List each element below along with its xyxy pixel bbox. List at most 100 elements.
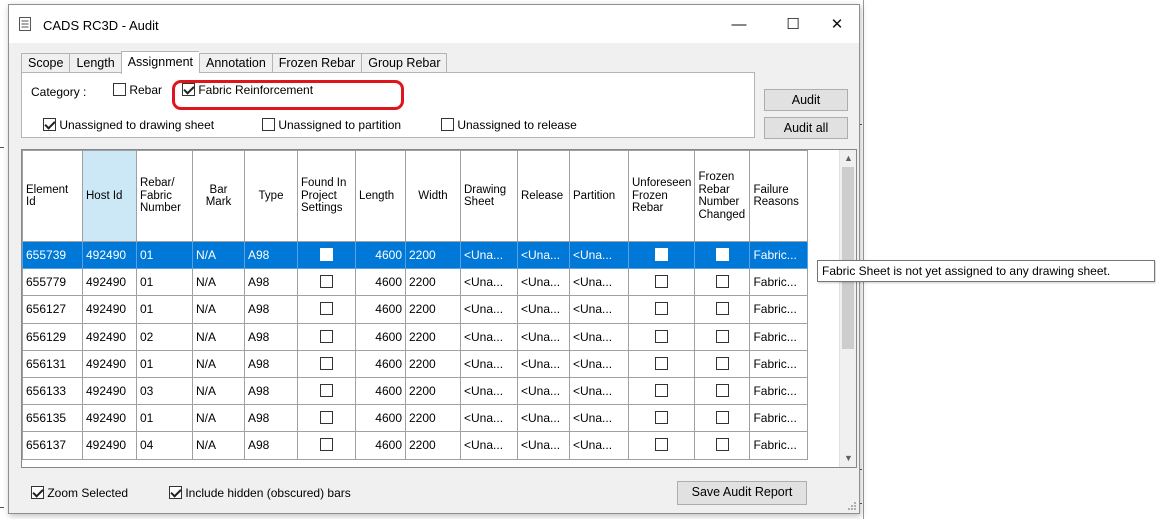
unforeseen-frozen-cell[interactable] <box>627 376 696 406</box>
rebar-checkbox-box[interactable] <box>113 83 126 96</box>
column-header[interactable]: Release <box>517 150 570 242</box>
frozen-number-changed-cell[interactable] <box>694 322 751 351</box>
frozen-number-changed-cell[interactable] <box>694 431 751 460</box>
found-in-settings-cell[interactable] <box>297 295 356 324</box>
column-header[interactable]: Type <box>244 150 298 242</box>
unassigned-sheet-checkbox[interactable]: Unassigned to drawing sheet <box>43 118 214 132</box>
table-row[interactable]: 656127 492490 01 N/A A98 4600 2200 <Una... <Una.… <box>22 295 809 324</box>
row-checkbox[interactable] <box>715 356 729 370</box>
unassigned-sheet-box[interactable] <box>43 118 56 131</box>
row-checkbox[interactable] <box>655 329 669 343</box>
unforeseen-frozen-cell[interactable] <box>627 322 696 351</box>
unassigned-partition-checkbox[interactable]: Unassigned to partition <box>262 118 401 132</box>
frozen-number-changed-cell[interactable] <box>694 240 751 270</box>
unforeseen-frozen-cell[interactable] <box>627 295 696 324</box>
vertical-scrollbar[interactable]: ▲ ▼ <box>839 150 856 467</box>
row-checkbox[interactable] <box>655 275 669 289</box>
frozen-number-changed-cell[interactable] <box>694 268 751 297</box>
audit-grid[interactable]: Element Id Host Id Rebar/ Fabric Number … <box>21 149 857 468</box>
tab-annotation[interactable]: Annotation <box>199 53 272 73</box>
row-checkbox[interactable] <box>715 411 729 425</box>
column-header[interactable]: Unforeseen Frozen Rebar <box>627 150 696 242</box>
row-checkbox[interactable] <box>320 248 333 262</box>
resize-grip-icon[interactable] <box>847 501 857 511</box>
column-header[interactable]: Host Id <box>82 150 137 242</box>
frozen-number-changed-cell[interactable] <box>694 349 751 378</box>
table-row[interactable]: 656131 492490 01 N/A A98 4600 2200 <Una... <Una.… <box>22 349 809 378</box>
row-checkbox[interactable] <box>715 248 729 262</box>
tab-group-rebar[interactable]: Group Rebar <box>361 53 448 73</box>
table-row[interactable]: 655739 492490 01 N/A A98 4600 2200 <Una... <Una.… <box>22 240 809 270</box>
table-row[interactable]: 656135 492490 01 N/A A98 4600 2200 <Una... <Una.… <box>22 404 809 433</box>
row-checkbox[interactable] <box>715 275 729 289</box>
row-checkbox[interactable] <box>715 302 729 316</box>
row-checkbox[interactable] <box>320 275 333 289</box>
row-checkbox[interactable] <box>320 384 333 398</box>
rebar-checkbox[interactable]: Rebar <box>113 83 162 97</box>
table-row[interactable]: 656129 492490 02 N/A A98 4600 2200 <Una... <Una.… <box>22 322 809 351</box>
column-header[interactable]: Width <box>405 150 461 242</box>
row-checkbox[interactable] <box>655 302 669 316</box>
tab-scope[interactable]: Scope <box>21 53 70 73</box>
unforeseen-frozen-cell[interactable] <box>627 431 696 460</box>
scroll-down-icon[interactable]: ▼ <box>840 450 856 467</box>
table-row[interactable]: 656133 492490 03 N/A A98 4600 2200 <Una... <Una.… <box>22 376 809 406</box>
zoom-selected-checkbox[interactable]: Zoom Selected <box>31 486 128 500</box>
row-checkbox[interactable] <box>715 329 729 343</box>
column-header[interactable]: Drawing Sheet <box>460 150 518 242</box>
frozen-number-changed-cell[interactable] <box>694 376 751 406</box>
tab-assignment[interactable]: Assignment <box>120 51 199 74</box>
scroll-up-icon[interactable]: ▲ <box>840 150 856 167</box>
row-checkbox[interactable] <box>320 411 333 425</box>
unforeseen-frozen-cell[interactable] <box>627 349 696 378</box>
scrollbar-thumb[interactable] <box>842 167 854 349</box>
found-in-settings-cell[interactable] <box>297 240 356 270</box>
row-checkbox[interactable] <box>655 411 669 425</box>
minimize-button[interactable]: — <box>719 11 759 37</box>
row-checkbox[interactable] <box>320 438 333 452</box>
frozen-number-changed-cell[interactable] <box>694 295 751 324</box>
column-header[interactable]: Rebar/ Fabric Number <box>136 150 193 242</box>
audit-all-button[interactable]: Audit all <box>764 117 848 139</box>
row-checkbox[interactable] <box>320 302 333 316</box>
unassigned-release-checkbox[interactable]: Unassigned to release <box>441 118 577 132</box>
tab-frozen-rebar[interactable]: Frozen Rebar <box>271 53 362 73</box>
found-in-settings-cell[interactable] <box>297 431 356 460</box>
found-in-settings-cell[interactable] <box>297 404 356 433</box>
include-hidden-box[interactable] <box>169 486 182 499</box>
row-checkbox[interactable] <box>320 356 333 370</box>
row-checkbox[interactable] <box>655 438 669 452</box>
row-checkbox[interactable] <box>320 329 333 343</box>
table-row[interactable]: 655779 492490 01 N/A A98 4600 2200 <Una... <Una.… <box>22 268 809 297</box>
column-header[interactable]: Partition <box>569 150 629 242</box>
unforeseen-frozen-cell[interactable] <box>627 268 696 297</box>
row-checkbox[interactable] <box>655 384 669 398</box>
unassigned-release-box[interactable] <box>441 118 454 131</box>
close-button[interactable]: ✕ <box>817 11 857 37</box>
row-checkbox[interactable] <box>715 438 729 452</box>
row-checkbox[interactable] <box>655 248 669 262</box>
column-header[interactable]: Bar Mark <box>192 150 245 242</box>
found-in-settings-cell[interactable] <box>297 376 356 406</box>
include-hidden-checkbox[interactable]: Include hidden (obscured) bars <box>169 486 351 500</box>
row-checkbox[interactable] <box>715 384 729 398</box>
column-header[interactable]: Element Id <box>22 150 83 242</box>
column-header[interactable]: Frozen Rebar Number Changed <box>694 150 751 242</box>
frozen-number-changed-cell[interactable] <box>694 404 751 433</box>
found-in-settings-cell[interactable] <box>297 349 356 378</box>
column-header[interactable]: Failure Reasons <box>749 150 809 242</box>
zoom-selected-box[interactable] <box>31 486 44 499</box>
found-in-settings-cell[interactable] <box>297 322 356 351</box>
column-header[interactable]: Found In Project Settings <box>297 150 356 242</box>
tab-length[interactable]: Length <box>69 53 121 73</box>
save-audit-report-button[interactable]: Save Audit Report <box>677 481 807 505</box>
found-in-settings-cell[interactable] <box>297 268 356 297</box>
unassigned-partition-box[interactable] <box>262 118 275 131</box>
table-row[interactable]: 656137 492490 04 N/A A98 4600 2200 <Una... <Una.… <box>22 431 809 460</box>
column-header[interactable]: Length <box>355 150 406 242</box>
audit-button[interactable]: Audit <box>764 89 848 111</box>
unforeseen-frozen-cell[interactable] <box>627 404 696 433</box>
maximize-button[interactable]: ☐ <box>773 11 813 37</box>
row-checkbox[interactable] <box>655 356 669 370</box>
unforeseen-frozen-cell[interactable] <box>627 240 696 270</box>
